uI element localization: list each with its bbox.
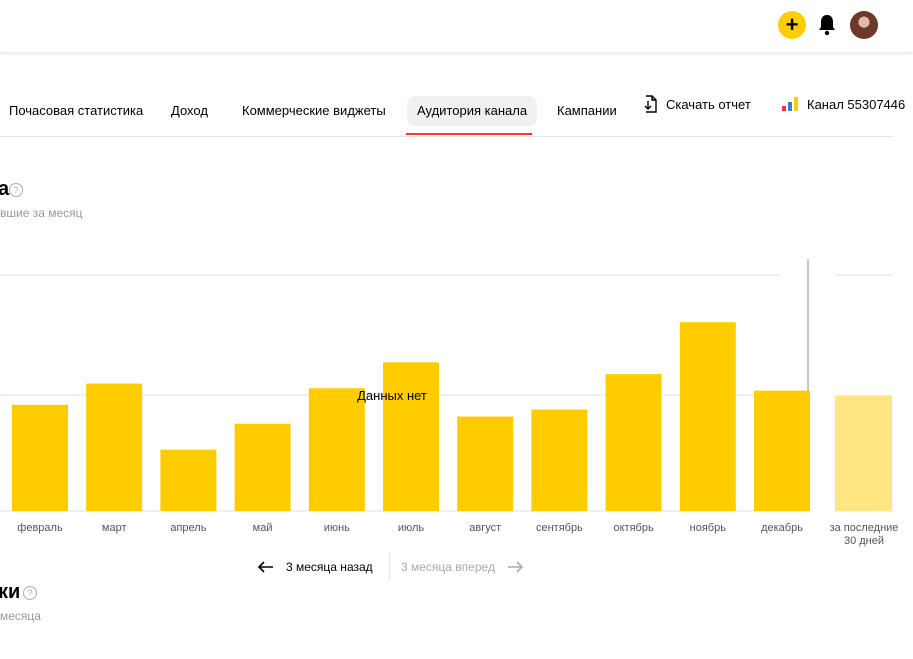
tab-income[interactable]: Доход [171, 96, 208, 126]
chart-bar [234, 423, 291, 511]
tabs-divider [0, 136, 893, 137]
chart-bar [457, 416, 514, 511]
section-title: а [0, 178, 10, 200]
section-subtitle: вшие за месяц [0, 206, 83, 220]
page: + Почасовая статистика Доход Коммерчески… [0, 0, 913, 659]
tab-channel-audience[interactable]: Аудитория канала [407, 96, 538, 126]
avatar[interactable] [850, 11, 878, 39]
download-report-label: Скачать отчет [666, 96, 751, 112]
pager-forward-label: 3 месяца вперед [401, 560, 495, 574]
help-icon[interactable]: ? [9, 183, 23, 197]
chart-bar [383, 362, 439, 511]
download-report-button[interactable]: Скачать отчет [643, 95, 751, 113]
channel-label: Канал 55307446 [807, 96, 906, 112]
chart-bar [531, 409, 588, 511]
chart-tick-label: май [253, 522, 273, 534]
chart-tick-label-summary: за последние [830, 522, 899, 534]
chart-bar [754, 390, 810, 511]
chart-tick-label-summary: 30 дней [844, 535, 884, 547]
chart-bar [308, 388, 365, 511]
tabs-bar: Почасовая статистика Доход Коммерческие … [0, 90, 913, 135]
top-bar: + [0, 0, 913, 52]
chart-tick-label: июнь [324, 522, 350, 534]
chart-tick-label: сентябрь [536, 522, 583, 534]
help-icon-2[interactable]: ? [23, 586, 37, 600]
chart-bar [86, 383, 143, 511]
chart-tick-label: март [102, 522, 127, 534]
arrow-left-icon [258, 561, 273, 573]
chart-bar [679, 322, 736, 511]
section-subtitle-2: месяца [0, 609, 41, 623]
chart-bar [605, 374, 662, 511]
arrow-right-icon [507, 561, 523, 573]
bell-icon[interactable] [818, 14, 836, 36]
pager-back-label: 3 месяца назад [286, 560, 373, 574]
tab-commercial-widgets[interactable]: Коммерческие виджеты [242, 96, 386, 126]
channel-selector[interactable]: Канал 55307446 [782, 95, 905, 113]
chart-tick-label: декабрь [761, 522, 803, 534]
channel-bars-icon [782, 97, 798, 111]
download-file-icon [644, 95, 657, 113]
plus-icon[interactable]: + [778, 11, 806, 39]
audience-chart: февраль март апрель май июнь июль август сентяб… [0, 259, 899, 547]
chart-tick-label: август [469, 522, 501, 534]
no-data-label: Данных нет [357, 388, 427, 403]
chart-tick-label: ноябрь [690, 522, 727, 534]
chart-bar [12, 404, 68, 511]
chart-bar-summary [835, 395, 892, 511]
tab-campaigns[interactable]: Кампании [557, 96, 617, 126]
pager-forward-button[interactable]: 3 месяца вперед [401, 556, 523, 578]
chart-tick-label: июль [398, 522, 425, 534]
pager-divider [389, 552, 390, 580]
section-title-2: ки [0, 581, 21, 603]
active-tab-underline [406, 133, 532, 135]
chart-tick-label: апрель [170, 522, 206, 534]
chart-tick-label: октябрь [613, 522, 653, 534]
chart-bar [160, 449, 217, 511]
pager-back-button[interactable]: 3 месяца назад [258, 556, 373, 578]
tab-hourly-stats[interactable]: Почасовая статистика [9, 96, 143, 126]
chart-tick-label: февраль [17, 522, 63, 534]
